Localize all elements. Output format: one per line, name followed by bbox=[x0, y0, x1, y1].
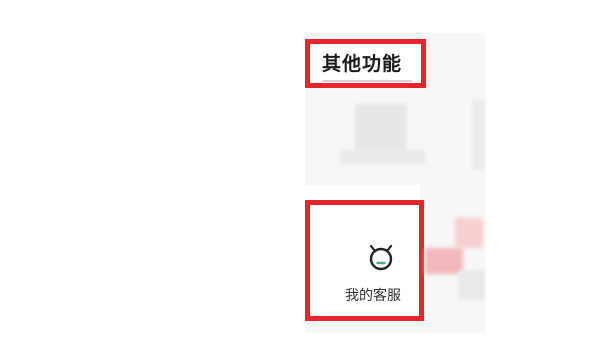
blurred-feature-icon-2 bbox=[472, 100, 485, 170]
page: { "section": { "title": "其他功能" }, "servi… bbox=[0, 0, 600, 350]
blurred-feature-label bbox=[340, 150, 425, 164]
blurred-red-element-2 bbox=[455, 218, 483, 248]
customer-service-tile[interactable]: 我的客服 bbox=[305, 200, 424, 321]
customer-service-label: 我的客服 bbox=[345, 288, 401, 304]
section-title: 其他功能 bbox=[322, 53, 403, 75]
section-heading-highlight: 其他功能 bbox=[305, 39, 426, 88]
blurred-feature-icon bbox=[355, 104, 407, 154]
customer-service-icon bbox=[369, 244, 393, 271]
blurred-gray-element bbox=[458, 270, 485, 300]
heading-underline bbox=[322, 80, 412, 82]
